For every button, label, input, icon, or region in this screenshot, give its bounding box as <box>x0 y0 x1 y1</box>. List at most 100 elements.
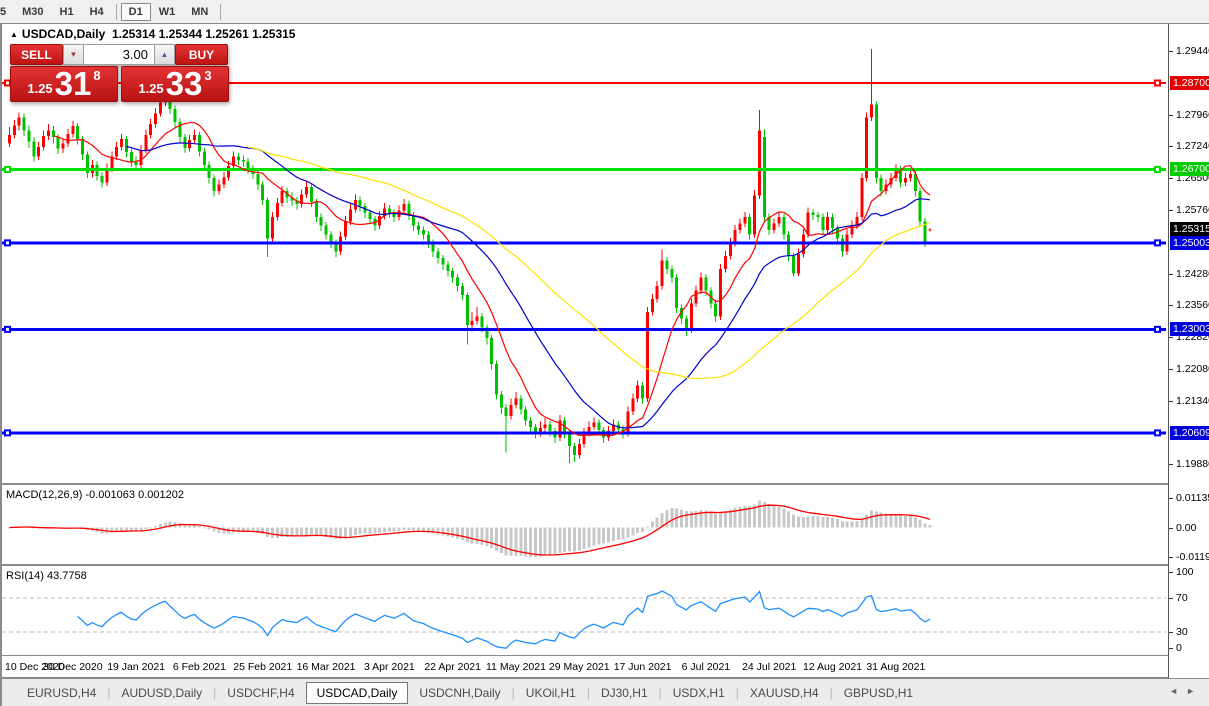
date-tick-label: 30 Dec 2020 <box>43 661 103 673</box>
date-tick-label: 6 Jul 2021 <box>681 661 731 673</box>
axis-tick-mark <box>1169 210 1173 211</box>
date-tick-label: 16 Mar 2021 <box>296 661 356 673</box>
price-level-badge: 1.28700 <box>1170 76 1209 90</box>
price-level-badge: 1.25003 <box>1170 236 1209 250</box>
date-axis: 10 Dec 2020 30 Dec 2020 19 Jan 2021 6 Feb 2… <box>2 657 1168 678</box>
price-chart-pane[interactable]: ▲ USDCAD,Daily 1.25314 1.25344 1.25261 1.… <box>2 24 1168 485</box>
chart-tab-bar: EURUSD,H4 | AUDUSD,Daily | USDCHF,H4 USDCAD,D… <box>2 678 1209 706</box>
axis-tick-label: 1.29440 <box>1176 45 1209 57</box>
rsi-label: RSI(14) 43.7758 <box>6 570 87 582</box>
tab-usdcnh-daily[interactable]: USDCNH,Daily <box>408 682 511 704</box>
price-level-badge: 1.26700 <box>1170 162 1209 176</box>
axis-tick-label: 0.01135 <box>1176 492 1209 504</box>
date-tick-label: 11 May 2021 <box>486 661 546 673</box>
price-level-badge: 1.20609 <box>1170 426 1209 440</box>
axis-tick-mark <box>1169 178 1173 179</box>
axis-tick-mark <box>1169 274 1173 275</box>
axis-tick-mark <box>1169 648 1173 649</box>
volume-input[interactable] <box>84 44 154 65</box>
date-tick-label: 29 May 2021 <box>548 661 610 673</box>
tab-scroll-arrows[interactable]: ◄► <box>1169 686 1203 696</box>
sell-price-base: 1.25 <box>27 81 53 96</box>
axis-tick-label: 1.27240 <box>1176 140 1209 152</box>
tab-ukoil-h1[interactable]: UKOil,H1 <box>515 682 587 704</box>
tab-xauusd-h4[interactable]: XAUUSD,H4 <box>739 682 830 704</box>
date-tick-label: 17 Jun 2021 <box>613 661 672 673</box>
rsi-indicator-pane[interactable]: RSI(14) 43.7758 <box>2 568 1168 656</box>
axis-tick-mark <box>1169 369 1173 370</box>
rsi-canvas[interactable] <box>2 568 1168 656</box>
chart-window: ▲ USDCAD,Daily 1.25314 1.25344 1.25261 1.… <box>0 24 1209 706</box>
tab-usdx-h1[interactable]: USDX,H1 <box>662 682 736 704</box>
timeframe-button-m30[interactable]: M30 <box>14 3 51 21</box>
tab-usdcad-daily[interactable]: USDCAD,Daily <box>305 681 409 704</box>
timeframe-button-5[interactable]: 5 <box>0 3 14 21</box>
price-level-badge: 1.23003 <box>1170 322 1209 336</box>
date-tick-label: 31 Aug 2021 <box>866 661 926 673</box>
axis-tick-mark <box>1169 598 1173 599</box>
date-tick-label: 6 Feb 2021 <box>172 661 226 673</box>
axis-tick-mark <box>1169 464 1173 465</box>
axis-tick-label: 70 <box>1176 592 1188 604</box>
tab-gbpusd-h1[interactable]: GBPUSD,H1 <box>833 682 924 704</box>
price-axis: 1.294401.279601.272401.265001.257601.242… <box>1168 24 1209 678</box>
volume-increase-button[interactable]: ▲ <box>154 44 175 65</box>
sell-price-pip: 8 <box>93 68 101 83</box>
chart-quote-line: 1.25314 1.25344 1.25261 1.25315 <box>111 27 296 41</box>
axis-tick-mark <box>1169 115 1173 116</box>
axis-tick-label: 1.24280 <box>1176 268 1209 280</box>
chart-title: ▲ USDCAD,Daily 1.25314 1.25344 1.25261 1.… <box>10 27 295 41</box>
chart-symbol-label: USDCAD,Daily <box>21 27 106 41</box>
sell-button[interactable]: SELL <box>10 44 63 65</box>
axis-tick-mark <box>1169 401 1173 402</box>
axis-tick-mark <box>1169 498 1173 499</box>
sell-price-main: 31 <box>54 65 92 102</box>
tab-scroll-left-icon[interactable]: ◄ <box>1169 686 1186 696</box>
tab-dj30-h1[interactable]: DJ30,H1 <box>590 682 659 704</box>
date-tick-label: 3 Apr 2021 <box>363 661 415 673</box>
axis-tick-label: 1.23560 <box>1176 299 1209 311</box>
timeframe-button-mn[interactable]: MN <box>183 3 216 21</box>
axis-tick-mark <box>1169 146 1173 147</box>
axis-tick-label: 100 <box>1176 566 1194 578</box>
buy-price-button[interactable]: 1.25 33 3 <box>121 66 229 102</box>
buy-price-base: 1.25 <box>138 81 164 96</box>
axis-tick-mark <box>1169 51 1173 52</box>
macd-indicator-pane[interactable]: MACD(12,26,9) -0.001063 0.001202 <box>2 487 1168 566</box>
axis-tick-label: 0.00 <box>1176 521 1197 534</box>
date-tick-label: 22 Apr 2021 <box>424 661 481 673</box>
axis-tick-label: 1.19880 <box>1176 458 1209 470</box>
axis-tick-mark <box>1169 557 1173 558</box>
date-tick-label: 19 Jan 2021 <box>107 661 166 673</box>
timeframe-button-h4[interactable]: H4 <box>82 3 112 21</box>
tab-scroll-right-icon[interactable]: ► <box>1186 686 1203 696</box>
axis-tick-label: 1.27960 <box>1176 109 1209 121</box>
axis-tick-label: 0 <box>1176 642 1182 654</box>
buy-price-pip: 3 <box>204 68 212 83</box>
macd-label: MACD(12,26,9) -0.001063 0.001202 <box>6 489 184 501</box>
toolbar-separator <box>115 3 117 20</box>
date-tick-label: 24 Jul 2021 <box>742 661 797 673</box>
axis-tick-label: 30 <box>1176 626 1188 638</box>
axis-tick-label: 1.22080 <box>1176 363 1209 375</box>
tab-eurusd-h4[interactable]: EURUSD,H4 <box>16 682 107 704</box>
timeframe-button-d1[interactable]: D1 <box>120 3 151 21</box>
timeframe-toolbar: 5 M30 H1 H4 D1 W1 MN <box>0 0 1209 24</box>
buy-price-main: 33 <box>165 65 203 102</box>
timeframe-button-h1[interactable]: H1 <box>52 3 82 21</box>
axis-tick-label: -0.01190 <box>1176 551 1209 563</box>
collapse-triangle-icon[interactable]: ▲ <box>10 30 18 39</box>
axis-tick-mark <box>1169 632 1173 633</box>
date-tick-label: 25 Feb 2021 <box>233 661 293 673</box>
sell-price-button[interactable]: 1.25 31 8 <box>10 66 118 102</box>
timeframe-button-w1[interactable]: W1 <box>151 3 184 21</box>
volume-decrease-button[interactable]: ▼ <box>63 44 84 65</box>
axis-tick-mark <box>1169 305 1173 306</box>
tab-audusd-daily[interactable]: AUDUSD,Daily <box>110 682 213 704</box>
date-tick-label: 12 Aug 2021 <box>803 661 863 673</box>
axis-tick-mark <box>1169 337 1173 338</box>
tab-usdchf-h4[interactable]: USDCHF,H4 <box>216 682 305 704</box>
buy-button[interactable]: BUY <box>175 44 228 65</box>
axis-tick-label: 1.25760 <box>1176 204 1209 216</box>
price-level-badge: 1.25315 <box>1170 222 1209 236</box>
